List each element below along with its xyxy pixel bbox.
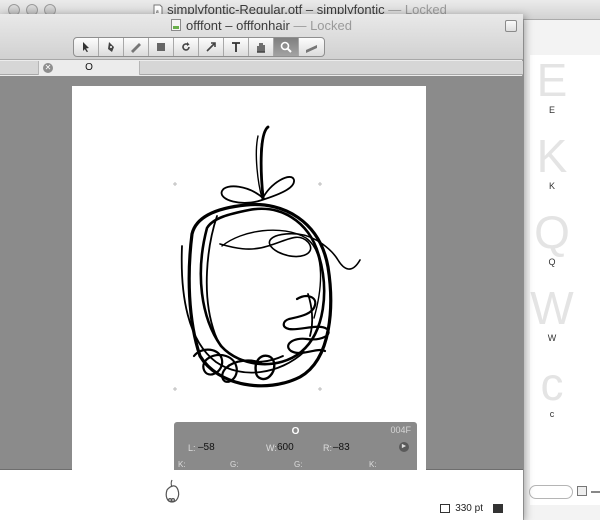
- pointer-tool[interactable]: [74, 38, 99, 56]
- glyph-cell[interactable]: WW: [530, 283, 574, 343]
- glyph-cell-label: K: [548, 181, 555, 191]
- glyph-overview-panel: EEKKQQWWcc: [523, 20, 600, 520]
- glyph-edit-window: offfont – offfonhair — Locked O ✕ O 004F…: [0, 14, 523, 520]
- glyph-cell[interactable]: KK: [530, 131, 574, 191]
- rectangle-icon: [157, 43, 165, 51]
- glyph-canvas[interactable]: O 004F L: –58 W: 600 R: –83 ► K: G: G: K…: [0, 76, 523, 478]
- glyph-cell[interactable]: EE: [530, 55, 574, 115]
- glyph-cell-label: W: [547, 333, 557, 343]
- scale-tool[interactable]: [199, 38, 224, 56]
- glyph-cell-label: E: [548, 105, 555, 115]
- glyph-name: O: [291, 426, 300, 437]
- glyph-page: [72, 86, 426, 470]
- preview-toggle-button[interactable]: [440, 504, 450, 513]
- front-locked-label: — Locked: [293, 18, 353, 33]
- goto-glyph-icon[interactable]: ►: [399, 442, 409, 452]
- pen-icon: [108, 42, 114, 52]
- glyph-preview-thumbnail: [165, 479, 180, 503]
- glyph-cell[interactable]: QQ: [530, 207, 574, 267]
- point-size-label[interactable]: 330 pt: [455, 503, 483, 514]
- right-sidebearing-label: R:: [323, 443, 332, 453]
- width-value[interactable]: 600: [277, 442, 294, 453]
- glyph-search-field[interactable]: [529, 485, 573, 499]
- zoom-tool[interactable]: [274, 38, 299, 56]
- font-doc-icon: [170, 19, 181, 31]
- hand-tool[interactable]: [249, 38, 274, 56]
- magnifier-icon: [280, 41, 292, 53]
- glyph-cell-preview: E: [536, 55, 568, 106]
- glyph-cell-preview: W: [530, 282, 574, 334]
- text-icon: [232, 42, 240, 52]
- preview-strip: 330 pt: [0, 470, 523, 520]
- front-title-text: offfont – offfonhair: [185, 18, 290, 33]
- hand-icon: [257, 43, 265, 53]
- width-label: W:: [266, 443, 277, 453]
- left-group-label: G:: [230, 460, 239, 469]
- pen-tool[interactable]: [99, 38, 124, 56]
- ruler-tool[interactable]: [299, 38, 324, 56]
- glyph-cell-preview: Q: [534, 206, 570, 258]
- ruler-icon: [305, 45, 317, 53]
- glyph-outline: [173, 125, 361, 391]
- rotate-tool[interactable]: [174, 38, 199, 56]
- glyph-panel-controls: [529, 482, 600, 502]
- knife-tool[interactable]: [124, 38, 149, 56]
- rectangle-tool[interactable]: [149, 38, 174, 56]
- glyph-tab-bar: O ✕: [0, 61, 523, 75]
- panel-toggle-button[interactable]: [577, 486, 587, 496]
- scale-icon: [206, 42, 216, 52]
- glyph-cell-label: c: [549, 409, 555, 419]
- right-kerning-group-label: K:: [369, 460, 377, 469]
- fullscreen-icon[interactable]: [505, 20, 517, 32]
- left-sidebearing-value[interactable]: –58: [198, 442, 215, 453]
- left-kerning-group-label: K:: [178, 460, 186, 469]
- tool-palette: [73, 37, 325, 57]
- user-view-button[interactable]: [493, 504, 503, 513]
- pointer-icon: [83, 42, 89, 53]
- metrics-row: L: –58 W: 600 R: –83: [174, 442, 417, 457]
- tab-close-icon[interactable]: ✕: [43, 63, 53, 73]
- knife-icon: [131, 43, 141, 53]
- glyph-cell-preview: K: [536, 130, 568, 182]
- text-tool[interactable]: [224, 38, 249, 56]
- glyph-grid[interactable]: EEKKQQWWcc: [530, 55, 600, 505]
- right-sidebearing-value[interactable]: –83: [333, 442, 350, 453]
- glyph-cell[interactable]: cc: [530, 359, 574, 419]
- left-sidebearing-label: L:: [188, 443, 196, 453]
- rotate-icon: [182, 42, 190, 51]
- cell-size-slider[interactable]: [591, 491, 600, 493]
- glyph-cell-label: Q: [548, 257, 556, 267]
- front-window-titlebar: offfont – offfonhair — Locked: [0, 14, 523, 60]
- tab-glyph-o[interactable]: O: [38, 61, 140, 75]
- front-window-title: offfont – offfonhair — Locked: [0, 18, 523, 33]
- unicode-value: 004F: [390, 425, 411, 435]
- glyph-cell-preview: c: [540, 358, 564, 410]
- right-group-label: G:: [294, 460, 303, 469]
